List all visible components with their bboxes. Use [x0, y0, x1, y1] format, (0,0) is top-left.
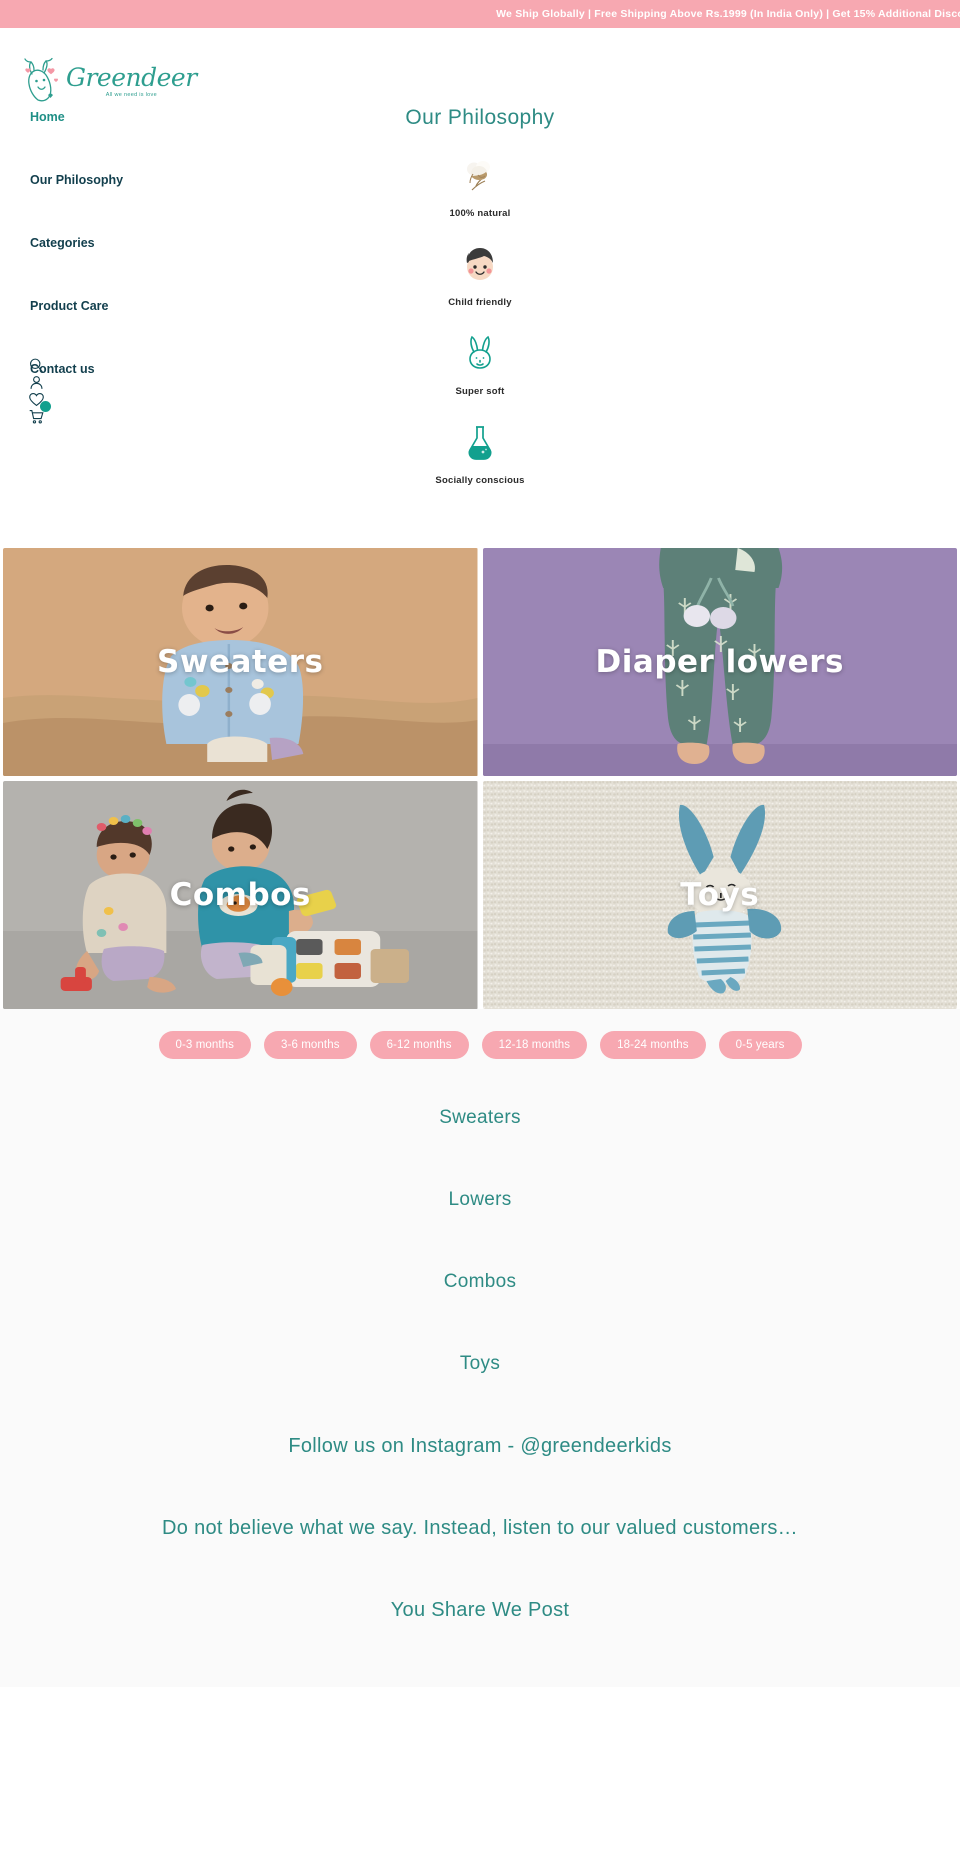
deer-logo-icon: [18, 57, 64, 105]
section-heading-instagram: Follow us on Instagram - @greendeerkids: [288, 1434, 672, 1457]
category-tile-label: Combos: [169, 877, 311, 913]
site-header: Greendeer All we need is love: [0, 28, 960, 102]
category-tiles: Sweaters Diaper lowers Combos Toys: [0, 548, 960, 1009]
section-heading-testimonials: Do not believe what we say. Instead, lis…: [162, 1516, 798, 1539]
philosophy-item-socially-conscious: Socially conscious: [0, 419, 960, 486]
category-tile-combos[interactable]: Combos: [3, 781, 478, 1009]
cart-icon[interactable]: [28, 401, 51, 425]
section-heading-sweaters: Sweaters: [439, 1107, 521, 1128]
nav-item-our-philosophy[interactable]: Our Philosophy: [30, 173, 270, 236]
section-heading-combos: Combos: [443, 1271, 517, 1292]
category-tile-diaper-lowers[interactable]: Diaper lowers: [482, 548, 957, 776]
search-icon[interactable]: [28, 357, 45, 374]
philosophy-label: Socially conscious: [435, 475, 525, 486]
brand-tagline: All we need is love: [105, 91, 157, 98]
section-heading-you-share-we-post: You Share We Post: [390, 1598, 570, 1621]
cart-count-badge: [40, 401, 51, 412]
category-tile-toys[interactable]: Toys: [482, 781, 957, 1009]
nav-item-contact-us[interactable]: Contact us: [30, 362, 270, 425]
brand-wordmark: Greendeer All we need is love: [66, 65, 197, 98]
section-heading-lowers: Lowers: [448, 1189, 512, 1210]
age-filter-pill[interactable]: 12-18 months: [481, 1031, 588, 1059]
account-icon[interactable]: [28, 374, 45, 391]
nav-item-categories[interactable]: Categories: [30, 236, 270, 299]
age-filter-pill[interactable]: 3-6 months: [264, 1031, 357, 1059]
brand-name: Greendeer: [66, 62, 197, 92]
cotton-boll-icon: [456, 152, 504, 200]
announcement-bar: We Ship Globally | Free Shipping Above R…: [0, 0, 960, 28]
flask-icon: [456, 419, 504, 467]
child-face-icon: [456, 241, 504, 289]
announcement-text: We Ship Globally | Free Shipping Above R…: [496, 8, 960, 20]
nav-item-product-care[interactable]: Product Care: [30, 299, 270, 362]
age-filter-pill[interactable]: 6-12 months: [369, 1031, 469, 1059]
bunny-outline-icon: [456, 330, 504, 378]
brand-logo[interactable]: Greendeer All we need is love: [18, 56, 197, 106]
category-tile-label: Diaper lowers: [595, 644, 844, 680]
main-navigation: Home Our Philosophy Categories Product C…: [30, 110, 270, 425]
section-heading-toys: Toys: [459, 1353, 501, 1374]
age-filter-bar: 0-3 months 3-6 months 6-12 months 12-18 …: [0, 1009, 960, 1077]
category-tile-label: Sweaters: [157, 644, 324, 680]
category-tile-sweaters[interactable]: Sweaters: [3, 548, 478, 776]
age-filter-pill[interactable]: 0-5 years: [718, 1031, 802, 1059]
utility-icon-stack: [28, 357, 51, 425]
nav-item-home[interactable]: Home: [30, 110, 270, 173]
category-tile-label: Toys: [680, 877, 760, 913]
age-filter-pill[interactable]: 0-3 months: [158, 1031, 252, 1059]
product-sections: Sweaters Lowers Combos Toys Follow us on…: [0, 1077, 960, 1687]
age-filter-pill[interactable]: 18-24 months: [600, 1031, 706, 1059]
